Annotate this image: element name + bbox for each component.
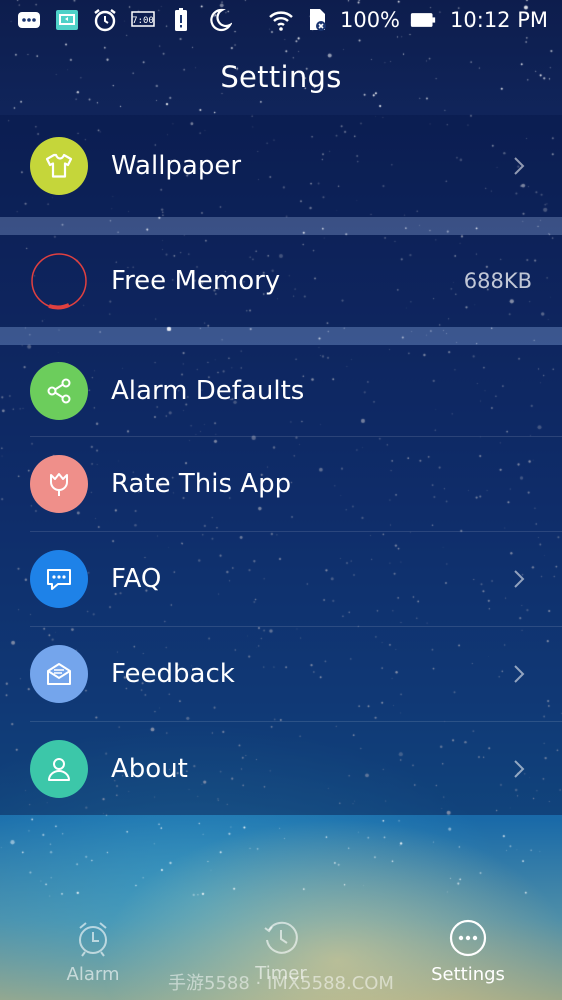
faq-label: FAQ (111, 564, 162, 594)
wallpaper-section: Wallpaper (0, 115, 562, 217)
alarm-icon (79, 922, 107, 957)
options-section: Alarm Defaults Rate This App FAQ Feedbac… (0, 345, 562, 815)
mail-icon (30, 645, 88, 703)
alarm-defaults-label: Alarm Defaults (111, 375, 305, 406)
wallpaper-row[interactable]: Wallpaper (0, 115, 562, 217)
chat-icon (16, 7, 42, 33)
wifi-icon (268, 7, 294, 33)
chevron-right-icon (512, 568, 526, 590)
faq-row[interactable]: FAQ (0, 532, 562, 626)
feedback-label: Feedback (111, 659, 235, 689)
battery-alert-icon (168, 7, 194, 33)
tulip-icon (30, 455, 88, 513)
chevron-right-icon (512, 155, 526, 177)
section-separator (0, 217, 562, 235)
share-icon (30, 361, 88, 420)
battery-icon (410, 7, 436, 33)
status-bar: 7:00 100% 10:12 PM (0, 0, 562, 40)
chevron-right-icon (512, 758, 526, 780)
chat-bubble-icon (30, 550, 88, 608)
tab-timer-label: Timer (255, 963, 307, 984)
moon-icon (206, 7, 232, 33)
wallpaper-label: Wallpaper (111, 151, 242, 181)
clock-time: 10:12 PM (450, 8, 548, 32)
person-icon (30, 739, 88, 798)
section-separator (0, 327, 562, 345)
free-memory-row[interactable]: Free Memory 688KB (0, 235, 562, 327)
more-dots-icon (449, 919, 487, 957)
memory-section: Free Memory 688KB (0, 235, 562, 327)
rate-app-row[interactable]: Rate This App (0, 437, 562, 531)
alarm-clock-icon (92, 7, 118, 33)
feedback-row[interactable]: Feedback (0, 627, 562, 721)
memory-ring-icon (30, 252, 88, 310)
clock-widget-icon: 7:00 (130, 7, 156, 33)
free-memory-label: Free Memory (111, 266, 281, 296)
page-title: Settings (220, 60, 342, 94)
about-label: About (111, 753, 188, 784)
tshirt-icon (30, 137, 88, 195)
about-row[interactable]: About (0, 722, 562, 815)
sd-card-icon (304, 7, 330, 33)
chevron-right-icon (512, 663, 526, 685)
history-clock-icon (264, 921, 298, 954)
battery-percent: 100% (339, 8, 401, 32)
alarm-defaults-row[interactable]: Alarm Defaults (0, 345, 562, 436)
cast-icon (54, 7, 80, 33)
svg-text:7:00: 7:00 (132, 16, 154, 26)
rate-app-label: Rate This App (111, 469, 292, 499)
free-memory-value: 688KB (463, 269, 532, 293)
